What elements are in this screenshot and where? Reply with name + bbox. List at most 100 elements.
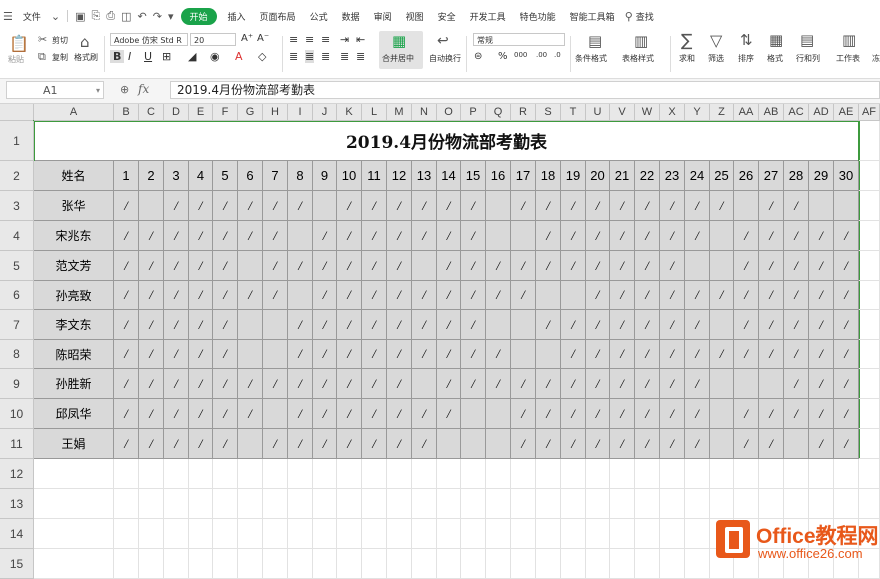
attendance-cell[interactable]: / (759, 191, 784, 221)
attendance-cell[interactable]: / (610, 281, 635, 310)
empty-cell[interactable] (859, 281, 880, 310)
empty-cell[interactable] (685, 459, 710, 489)
attendance-cell[interactable]: / (536, 221, 561, 251)
empty-cell[interactable] (486, 459, 511, 489)
attendance-cell[interactable]: / (710, 340, 734, 369)
scissors-icon[interactable]: ✂ (38, 33, 47, 46)
attendance-cell[interactable]: / (337, 399, 362, 429)
attendance-cell[interactable] (263, 399, 288, 429)
attendance-cell[interactable]: / (511, 369, 536, 399)
attendance-cell[interactable]: / (387, 310, 412, 340)
empty-cell[interactable] (139, 549, 164, 579)
empty-cell[interactable] (164, 549, 189, 579)
attendance-cell[interactable]: / (213, 221, 238, 251)
column-header[interactable]: M (387, 104, 412, 121)
day-header-cell[interactable]: 2 (139, 161, 164, 191)
attendance-cell[interactable]: / (511, 429, 536, 459)
attendance-cell[interactable]: / (437, 369, 461, 399)
attendance-cell[interactable]: / (660, 191, 685, 221)
attendance-cell[interactable]: / (834, 221, 859, 251)
empty-cell[interactable] (734, 459, 759, 489)
attendance-cell[interactable]: / (710, 191, 734, 221)
attendance-cell[interactable]: / (139, 340, 164, 369)
empty-cell[interactable] (859, 429, 880, 459)
day-header-cell[interactable]: 15 (461, 161, 486, 191)
attendance-cell[interactable]: / (412, 340, 437, 369)
attendance-cell[interactable]: / (635, 399, 660, 429)
empty-cell[interactable] (412, 549, 437, 579)
employee-name-cell[interactable]: 孙亮致 (34, 281, 114, 310)
search-label[interactable]: 查找 (636, 10, 661, 23)
attendance-cell[interactable]: / (288, 399, 313, 429)
attendance-cell[interactable] (238, 251, 263, 281)
column-header[interactable]: AD (809, 104, 834, 121)
day-header-cell[interactable]: 10 (337, 161, 362, 191)
italic-icon[interactable]: I (128, 50, 131, 63)
employee-name-cell[interactable]: 范文芳 (34, 251, 114, 281)
attendance-cell[interactable]: / (263, 221, 288, 251)
day-header-cell[interactable]: 22 (635, 161, 660, 191)
format-icon[interactable]: ▦ (769, 31, 783, 49)
empty-cell[interactable] (34, 549, 114, 579)
attendance-cell[interactable]: / (288, 429, 313, 459)
search-icon[interactable]: ⚲ (622, 10, 636, 23)
empty-cell[interactable] (710, 489, 734, 519)
empty-cell[interactable] (437, 459, 461, 489)
column-header[interactable]: AC (784, 104, 809, 121)
attendance-cell[interactable]: / (437, 281, 461, 310)
day-header-cell[interactable]: 1 (114, 161, 139, 191)
attendance-cell[interactable]: / (834, 429, 859, 459)
attendance-cell[interactable]: / (213, 369, 238, 399)
attendance-cell[interactable]: / (461, 251, 486, 281)
attendance-cell[interactable] (486, 191, 511, 221)
attendance-cell[interactable]: / (412, 221, 437, 251)
attendance-cell[interactable]: / (213, 191, 238, 221)
attendance-cell[interactable] (536, 340, 561, 369)
attendance-cell[interactable]: / (759, 251, 784, 281)
attendance-cell[interactable]: / (313, 399, 337, 429)
empty-cell[interactable] (859, 369, 880, 399)
row-header[interactable]: 5 (0, 251, 34, 281)
attendance-cell[interactable]: / (139, 281, 164, 310)
attendance-cell[interactable]: / (189, 310, 213, 340)
column-header[interactable]: P (461, 104, 486, 121)
attendance-cell[interactable]: / (238, 191, 263, 221)
save-icon[interactable]: ▣ (72, 10, 88, 23)
format-button[interactable]: 格式 (767, 53, 783, 64)
attendance-cell[interactable]: / (114, 429, 139, 459)
attendance-cell[interactable]: / (387, 221, 412, 251)
attendance-cell[interactable]: / (536, 191, 561, 221)
attendance-cell[interactable]: / (734, 310, 759, 340)
attendance-cell[interactable]: / (337, 191, 362, 221)
worksheet-icon[interactable]: ▥ (842, 31, 856, 49)
tab-insert[interactable]: 插入 (221, 10, 253, 23)
attendance-cell[interactable]: / (213, 399, 238, 429)
paste-button[interactable]: 粘贴 (8, 54, 24, 65)
attendance-cell[interactable]: / (337, 369, 362, 399)
filter-button[interactable]: 筛选 (708, 53, 724, 64)
row-header[interactable]: 1 (0, 121, 34, 161)
empty-cell[interactable] (536, 519, 561, 549)
attendance-cell[interactable]: / (263, 369, 288, 399)
empty-cell[interactable] (189, 549, 213, 579)
empty-cell[interactable] (734, 489, 759, 519)
attendance-cell[interactable]: / (809, 340, 834, 369)
attendance-cell[interactable]: / (734, 221, 759, 251)
attendance-cell[interactable]: / (660, 251, 685, 281)
sort-icon[interactable]: ⇅ (740, 31, 753, 49)
attendance-cell[interactable] (263, 310, 288, 340)
empty-cell[interactable] (34, 459, 114, 489)
attendance-cell[interactable]: / (734, 429, 759, 459)
attendance-cell[interactable]: / (412, 399, 437, 429)
conditional-format-button[interactable]: 条件格式 (575, 53, 607, 64)
empty-cell[interactable] (387, 489, 412, 519)
attendance-cell[interactable]: / (337, 251, 362, 281)
attendance-cell[interactable]: / (238, 399, 263, 429)
empty-cell[interactable] (313, 459, 337, 489)
column-header[interactable]: AB (759, 104, 784, 121)
attendance-cell[interactable]: / (337, 340, 362, 369)
attendance-cell[interactable] (511, 310, 536, 340)
attendance-cell[interactable]: / (387, 191, 412, 221)
attendance-cell[interactable]: / (387, 399, 412, 429)
grow-font-icon[interactable]: A⁺ (241, 33, 253, 44)
